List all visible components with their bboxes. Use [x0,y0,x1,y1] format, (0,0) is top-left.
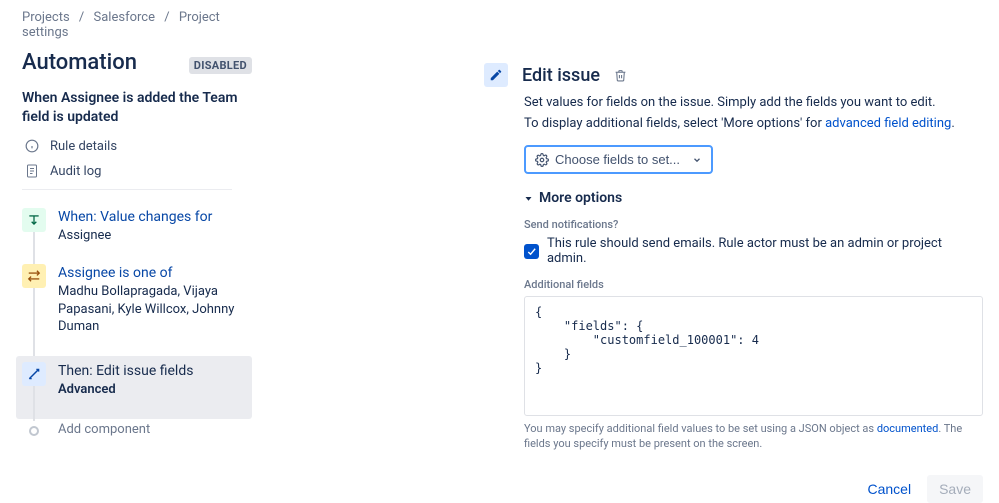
page-title: Automation [22,50,137,75]
additional-fields-input[interactable]: { "fields": { "customfield_100001": 4 } … [524,296,983,416]
audit-log-label: Audit log [50,164,101,179]
step-trigger[interactable]: When: Value changes for Assignee [22,208,252,265]
add-component-label: Add component [58,419,252,443]
more-options-toggle[interactable]: More options [524,190,983,206]
step-action[interactable]: Then: Edit issue fields Advanced [16,356,252,419]
choose-fields-label: Choose fields to set... [555,152,680,167]
breadcrumb-project[interactable]: Salesforce [94,10,155,25]
send-notifications-checkbox[interactable] [524,244,539,259]
delete-icon[interactable] [614,69,627,82]
rule-name: When Assignee is added the Team field is… [22,89,252,127]
gear-icon [535,153,549,167]
documented-link[interactable]: documented [877,422,939,435]
step-condition-sub: Madhu Bollapragada, Vijaya Papasani, Kyl… [58,283,252,336]
chevron-down-icon [692,155,702,165]
additional-fields-label: Additional fields [524,278,983,291]
action-icon [22,362,46,386]
caret-down-icon [524,194,533,203]
advanced-field-editing-link[interactable]: advanced field editing [825,116,951,131]
trigger-icon [22,208,46,232]
document-icon [24,164,40,178]
send-notifications-text: This rule should send emails. Rule actor… [547,236,983,266]
panel-desc-2: To display additional fields, select 'Mo… [524,116,983,131]
step-condition-head: Assignee is one of [58,265,252,281]
rule-details-label: Rule details [50,139,117,154]
rule-details-link[interactable]: Rule details [22,139,252,154]
status-badge: DISABLED [189,57,252,74]
more-options-label: More options [539,190,622,206]
step-action-head: Then: Edit issue fields [58,363,246,379]
info-icon [24,139,40,153]
choose-fields-button[interactable]: Choose fields to set... [524,145,713,174]
add-component[interactable]: Add component [22,419,252,463]
panel-desc-1: Set values for fields on the issue. Simp… [524,95,983,110]
breadcrumb-projects[interactable]: Projects [22,10,70,25]
save-button[interactable]: Save [927,475,983,503]
additional-fields-hint: You may specify additional field values … [524,422,983,452]
send-notifications-label: Send notifications? [524,218,983,231]
panel-title: Edit issue [522,65,600,86]
step-trigger-head: When: Value changes for [58,209,252,225]
step-condition[interactable]: Assignee is one of Madhu Bollapragada, V… [22,264,252,356]
step-action-sub: Advanced [58,381,246,399]
breadcrumb: Projects / Salesforce / Project settings [22,10,252,40]
pencil-icon [484,63,508,87]
add-icon [22,419,46,443]
cancel-button[interactable]: Cancel [857,475,921,503]
audit-log-link[interactable]: Audit log [22,164,252,179]
condition-icon [22,264,46,288]
step-trigger-sub: Assignee [58,227,252,245]
